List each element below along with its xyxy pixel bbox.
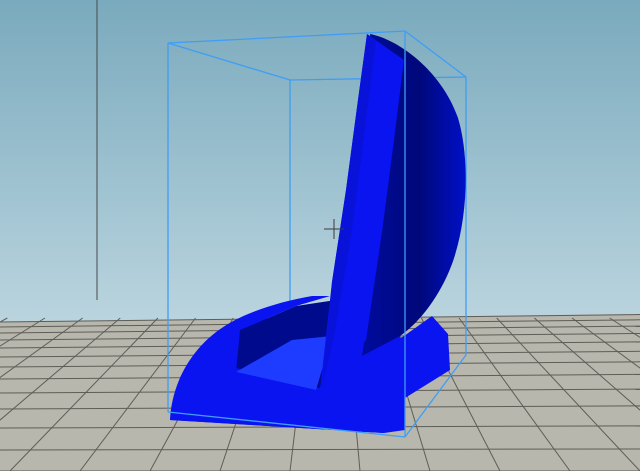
3d-viewport[interactable] bbox=[0, 0, 640, 471]
3d-scene[interactable] bbox=[0, 0, 640, 471]
